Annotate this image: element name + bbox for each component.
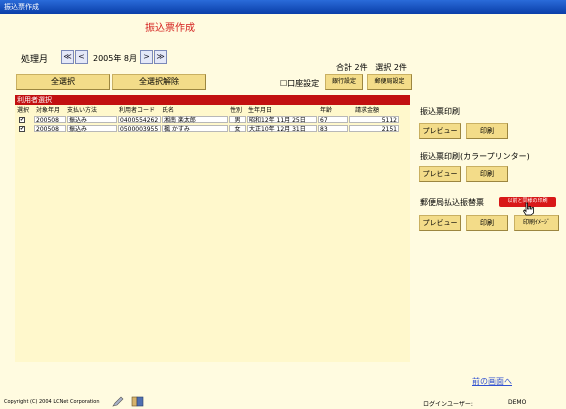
login-user-label: ログインユーザー:	[423, 401, 473, 408]
total-count: 合計 2件	[336, 63, 368, 72]
post-setting-button[interactable]: 郵便局設定	[367, 74, 412, 90]
row-checkbox[interactable]: ✔	[19, 117, 25, 123]
row-method: 振込み	[67, 125, 117, 133]
page-title: 振込票作成	[145, 23, 195, 34]
row-method: 振込み	[67, 116, 117, 124]
book-icon[interactable]	[131, 396, 145, 407]
print-button-2[interactable]: 印刷	[466, 166, 508, 182]
print-button-1[interactable]: 印刷	[466, 123, 508, 139]
prev-year-button[interactable]: ≪	[61, 50, 74, 64]
row-amount: 5112	[349, 116, 399, 124]
col-age: 年齢	[320, 107, 333, 114]
row-ym: 200508	[34, 125, 66, 133]
account-setting-label[interactable]: ☐口座設定	[280, 78, 319, 89]
col-sex: 性別	[230, 107, 243, 114]
period-label: 処理月	[21, 55, 49, 65]
col-amount: 請求金額	[355, 107, 380, 114]
print-image-button[interactable]: 印刷ｲﾒｰｼﾞ	[514, 215, 559, 231]
row-checkbox[interactable]: ✔	[19, 126, 25, 132]
footer: Copyright (C) 2004 LCNet Corporation ログイ…	[0, 395, 566, 409]
row-birth: 大正10年 12月 31日	[247, 125, 317, 133]
next-month-button[interactable]: >	[140, 50, 153, 64]
table-row[interactable]: ✔ 200508 振込み 0400554262 湘南 楽太郎 男 昭和12年 1…	[15, 116, 410, 124]
row-age: 83	[318, 125, 348, 133]
col-code: 利用者コード	[119, 107, 156, 114]
summary-counts: 合計 2件 選択 2件	[336, 62, 407, 73]
section-invoice-print: 振込票印刷	[420, 107, 460, 116]
user-list-panel: 利用者選択 選択 対象年月 支払い方法 利用者コード 氏名 性別 生年月日 年齢…	[15, 95, 410, 362]
deselect-all-button[interactable]: 全選択解除	[112, 74, 206, 90]
row-name: 湘南 楽太郎	[162, 116, 228, 124]
prev-month-button[interactable]: <	[75, 50, 88, 64]
section-postal-transfer: 郵便局払込振替票	[420, 198, 484, 207]
copyright-text: Copyright (C) 2004 LCNet Corporation	[4, 399, 100, 405]
preview-button-3[interactable]: プレビュー	[419, 215, 461, 231]
row-sex: 男	[229, 116, 246, 124]
row-age: 67	[318, 116, 348, 124]
user-list-header: 利用者選択	[15, 95, 410, 105]
row-code: 0500003955	[118, 125, 161, 133]
next-year-button[interactable]: ≫	[154, 50, 167, 64]
select-all-button[interactable]: 全選択	[16, 74, 110, 90]
row-name: 楓 かすみ	[162, 125, 228, 133]
pen-icon[interactable]	[112, 396, 124, 407]
col-ym: 対象年月	[36, 107, 61, 114]
account-setting-text: ☐口座設定	[280, 79, 320, 88]
row-ym: 200508	[34, 116, 66, 124]
row-sex: 女	[229, 125, 246, 133]
section-color-print: 振込票印刷(カラープリンター)	[420, 152, 530, 161]
period-value: 2005年 8月	[93, 54, 137, 63]
col-select: 選択	[17, 107, 30, 114]
col-birth: 生年月日	[248, 107, 273, 114]
selected-count: 選択 2件	[375, 63, 407, 72]
hand-cursor-icon	[522, 202, 534, 216]
back-link-text: 前の画面へ	[472, 377, 512, 386]
col-method: 支払い方法	[67, 107, 98, 114]
window-titlebar: 振込票作成	[0, 0, 566, 14]
preview-button-2[interactable]: プレビュー	[419, 166, 461, 182]
bank-setting-button[interactable]: 銀行設定	[325, 74, 363, 90]
login-user-value: DEMO	[508, 399, 527, 406]
col-name: 氏名	[162, 107, 175, 114]
preview-button-1[interactable]: プレビュー	[419, 123, 461, 139]
back-link[interactable]: 前の画面へ	[472, 376, 512, 387]
print-button-3[interactable]: 印刷	[466, 215, 508, 231]
column-headers: 選択 対象年月 支払い方法 利用者コード 氏名 性別 生年月日 年齢 請求金額	[15, 106, 410, 115]
table-row[interactable]: ✔ 200508 振込み 0500003955 楓 かすみ 女 大正10年 12…	[15, 125, 410, 133]
app-window: 振込票作成 振込票作成 処理月 ≪ < 2005年 8月 > ≫ 合計 2件 選…	[0, 0, 566, 409]
row-code: 0400554262	[118, 116, 161, 124]
row-birth: 昭和12年 11月 25日	[247, 116, 317, 124]
row-amount: 2151	[349, 125, 399, 133]
